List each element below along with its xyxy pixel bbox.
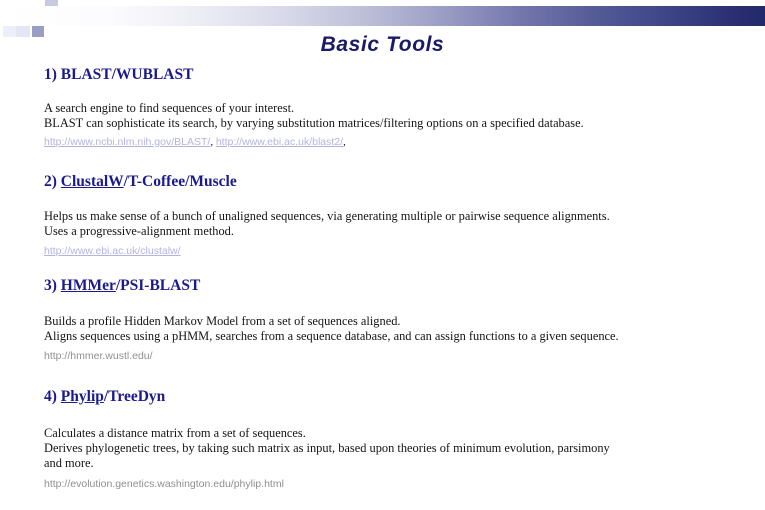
body-line: Builds a profile Hidden Markov Model fro… xyxy=(44,314,401,328)
body-line: Calculates a distance matrix from a set … xyxy=(44,426,306,440)
section-urls-3: http://hmmer.wustl.edu/ xyxy=(0,346,765,364)
section-urls-1: http://www.ncbi.nlm.nih.gov/BLAST/, http… xyxy=(0,132,765,150)
body-line: Derives phylogenetic trees, by taking su… xyxy=(44,441,610,455)
body-line: BLAST can sophisticate its search, by va… xyxy=(44,116,584,130)
header-gradient-band xyxy=(0,6,765,26)
url-link[interactable]: http://www.ebi.ac.uk/clustalw/ xyxy=(44,245,181,257)
section-heading-2: 2) ClustalW/T-Coffee/Muscle xyxy=(0,173,765,191)
section-clustalw: 2) ClustalW/T-Coffee/Muscle Helps us mak… xyxy=(0,173,765,259)
section-rest-3: /PSI-BLAST xyxy=(115,277,201,294)
url-link[interactable]: http://www.ncbi.nlm.nih.gov/BLAST/ xyxy=(44,136,210,148)
body-line: Aligns sequences using a pHMM, searches … xyxy=(44,329,619,343)
section-rest-4: /TreeDyn xyxy=(103,388,166,405)
url-trailing-comma: , xyxy=(343,136,346,148)
section-blast: 1) BLAST/WUBLAST A search engine to find… xyxy=(0,66,765,150)
section-body-3: Builds a profile Hidden Markov Model fro… xyxy=(0,314,765,344)
section-link-4[interactable]: Phylip xyxy=(61,388,104,405)
body-line: Uses a progressive-alignment method. xyxy=(44,224,234,238)
body-line: A search engine to find sequences of you… xyxy=(44,101,295,115)
section-number-3: 3) xyxy=(44,277,57,294)
section-urls-2: http://www.ebi.ac.uk/clustalw/ xyxy=(0,241,765,259)
body-line: and more. xyxy=(44,456,94,470)
section-body-4: Calculates a distance matrix from a set … xyxy=(0,426,765,471)
section-link-3[interactable]: HMMer xyxy=(61,277,116,294)
url-link[interactable]: http://evolution.genetics.washington.edu… xyxy=(44,478,284,490)
section-hmmer: 3) HMMer/PSI-BLAST Builds a profile Hidd… xyxy=(0,277,765,364)
url-link[interactable]: http://hmmer.wustl.edu/ xyxy=(44,350,153,362)
section-heading-1: 1) BLAST/WUBLAST xyxy=(0,66,765,84)
section-number-4: 4) xyxy=(44,388,57,405)
section-body-1: A search engine to find sequences of you… xyxy=(0,101,765,131)
section-number-2: 2) xyxy=(44,173,57,190)
section-rest-1: BLAST/WUBLAST xyxy=(60,66,194,83)
section-body-2: Helps us make sense of a bunch of unalig… xyxy=(0,209,765,239)
section-urls-4: http://evolution.genetics.washington.edu… xyxy=(0,474,765,492)
section-heading-4: 4) Phylip/TreeDyn xyxy=(0,388,765,406)
section-number-1: 1) xyxy=(44,66,57,83)
section-link-2[interactable]: ClustalW xyxy=(61,173,124,190)
body-line: Helps us make sense of a bunch of unalig… xyxy=(44,209,610,223)
section-heading-3: 3) HMMer/PSI-BLAST xyxy=(0,277,765,295)
page-title: Basic Tools xyxy=(320,33,445,56)
section-phylip: 4) Phylip/TreeDyn Calculates a distance … xyxy=(0,388,765,492)
url-link[interactable]: http://www.ebi.ac.uk/blast2/ xyxy=(216,136,343,148)
section-rest-2: /T-Coffee/Muscle xyxy=(123,173,237,190)
